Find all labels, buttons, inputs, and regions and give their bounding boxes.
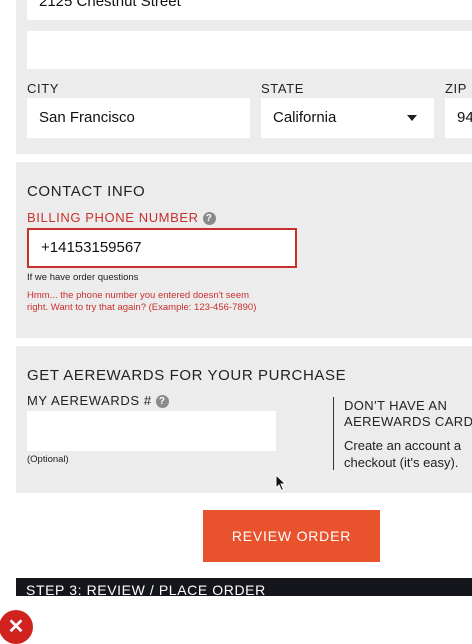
chevron-down-icon xyxy=(407,115,417,121)
rewards-number-label-text: MY AEREWARDS # xyxy=(27,393,152,408)
rewards-signup-text[interactable]: Create an account a checkout (it's easy)… xyxy=(344,437,461,471)
state-label: STATE xyxy=(261,81,304,96)
address-panel: 2125 Chestnut Street CITY San Francisco … xyxy=(16,0,472,154)
street-address-field[interactable]: 2125 Chestnut Street xyxy=(27,0,472,20)
optional-note: (Optional) xyxy=(27,454,69,465)
rewards-title: GET AEREWARDS FOR YOUR PURCHASE xyxy=(27,367,347,384)
phone-error-line-1: Hmm... the phone number you entered does… xyxy=(27,290,250,301)
step3-header: STEP 3: REVIEW / PLACE ORDER xyxy=(16,578,472,596)
contact-info-title: CONTACT INFO xyxy=(27,183,146,200)
rewards-signup-text-line-1: Create an account a xyxy=(344,438,462,453)
step3-title: STEP 3: REVIEW / PLACE ORDER xyxy=(26,582,266,596)
bottom-strip xyxy=(0,596,472,643)
rewards-number-label: MY AEREWARDS #? xyxy=(27,393,169,408)
rewards-signup-title-line-2: AEREWARDS CARD xyxy=(344,414,472,429)
zip-label: ZIP xyxy=(445,81,468,96)
billing-phone-input[interactable]: +14153159567 xyxy=(27,228,297,268)
close-glyph: ✕ xyxy=(7,616,25,638)
rewards-number-input[interactable] xyxy=(27,411,276,451)
state-selected-value: California xyxy=(273,109,337,126)
rewards-signup-title-line-1: DON'T HAVE AN xyxy=(344,398,448,413)
city-label: CITY xyxy=(27,81,60,96)
review-order-button-label: REVIEW ORDER xyxy=(231,528,352,544)
mouse-cursor-icon xyxy=(275,474,287,492)
phone-error-line-2: right. Want to try that again? (Example:… xyxy=(27,302,257,313)
state-select[interactable]: California xyxy=(261,98,434,138)
billing-phone-label-text: BILLING PHONE NUMBER xyxy=(27,210,199,225)
rewards-signup-text-line-2: checkout (it's easy). xyxy=(344,455,459,470)
street-address-2-field[interactable] xyxy=(27,31,472,69)
help-icon[interactable]: ? xyxy=(202,212,216,225)
city-field[interactable]: San Francisco xyxy=(27,98,250,138)
phone-hint: If we have order questions xyxy=(27,272,139,283)
review-order-button[interactable]: REVIEW ORDER xyxy=(203,510,380,562)
rewards-signup-title: DON'T HAVE AN AEREWARDS CARD xyxy=(344,398,472,430)
contact-info-panel: CONTACT INFO BILLING PHONE NUMBER? +1415… xyxy=(16,162,472,338)
zip-field[interactable]: 94 xyxy=(445,98,472,138)
rewards-panel: GET AEREWARDS FOR YOUR PURCHASE MY AEREW… xyxy=(16,346,472,493)
rewards-divider xyxy=(333,397,334,470)
billing-phone-label: BILLING PHONE NUMBER? xyxy=(27,210,216,225)
help-icon[interactable]: ? xyxy=(155,395,169,408)
close-icon[interactable]: ✕ xyxy=(0,610,33,644)
